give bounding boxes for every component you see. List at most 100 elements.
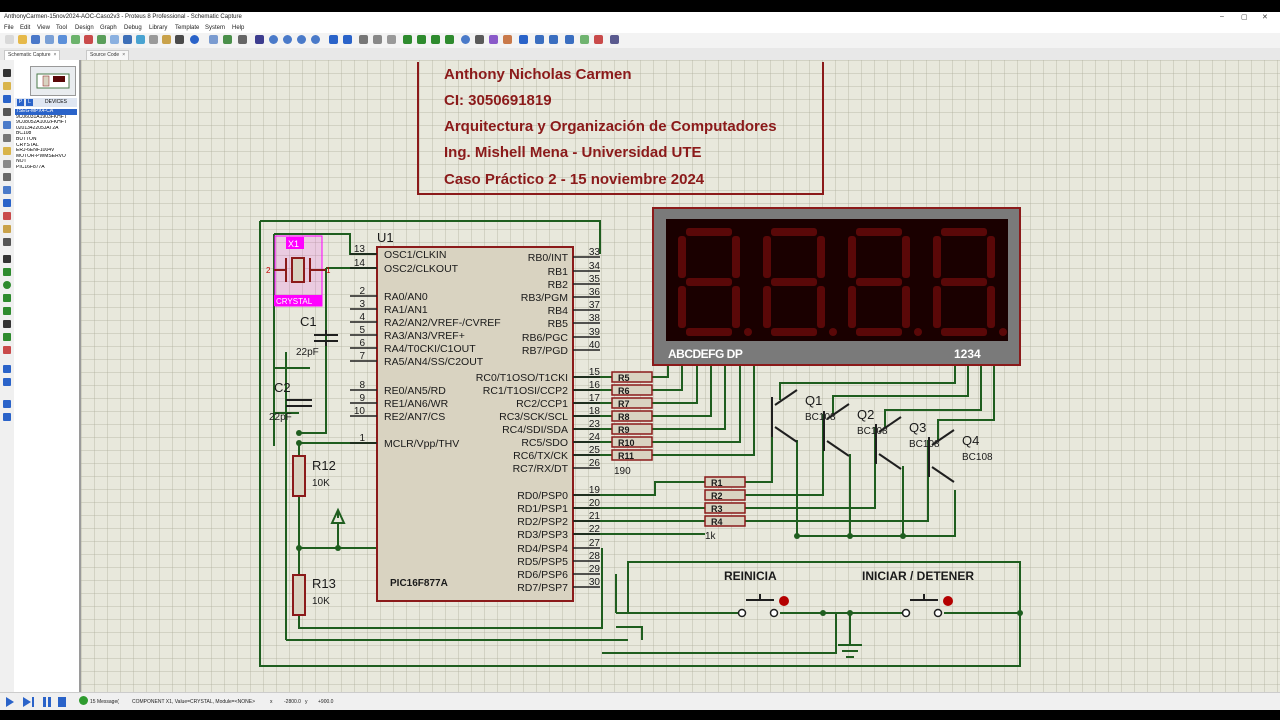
mcu-u1[interactable]: U1 PIC16F877A 13 OSC1/CLKIN14 OSC2/CLKOUT2… <box>350 230 600 602</box>
mirror-x-icon[interactable] <box>3 400 11 408</box>
tab-source-code[interactable]: Source Code × <box>86 50 130 60</box>
source-icon[interactable] <box>136 35 145 44</box>
make-device-icon[interactable] <box>475 35 484 44</box>
new-sheet-icon[interactable] <box>565 35 574 44</box>
box-icon[interactable] <box>3 268 11 276</box>
pan-icon[interactable] <box>255 35 264 44</box>
save-icon[interactable] <box>31 35 40 44</box>
capacitor-c2[interactable]: C2 22pF <box>269 380 312 423</box>
origin-icon[interactable] <box>238 35 247 44</box>
zoom-icon[interactable] <box>123 35 132 44</box>
electrical-rule-icon[interactable] <box>610 35 619 44</box>
terminals-icon[interactable] <box>3 160 11 168</box>
menu-tool[interactable]: Tool <box>56 25 67 31</box>
component-mode-icon[interactable] <box>3 82 11 90</box>
maximize-button[interactable]: ▢ <box>1241 13 1248 21</box>
rotate-ccw-icon[interactable] <box>3 378 11 386</box>
menu-system[interactable]: System <box>205 25 225 31</box>
seven-segment-display[interactable]: ABCDEFG DP 1234 <box>652 207 1021 366</box>
message-count[interactable]: 15 Message( <box>90 699 119 705</box>
zoom-in-icon[interactable] <box>269 35 278 44</box>
pcb-icon[interactable] <box>84 35 93 44</box>
overview-preview[interactable] <box>30 66 76 96</box>
menu-view[interactable]: View <box>37 25 50 31</box>
line-icon[interactable] <box>3 255 11 263</box>
block-rotate-icon[interactable] <box>431 35 440 44</box>
resistor-r12[interactable]: R12 10K <box>292 455 336 497</box>
menu-help[interactable]: Help <box>232 25 244 31</box>
library-icon[interactable] <box>162 35 171 44</box>
redo-icon[interactable] <box>343 35 352 44</box>
capacitor-c1[interactable]: C1 22pF <box>296 314 338 358</box>
help-icon[interactable] <box>190 35 199 44</box>
stop-icon[interactable] <box>58 697 66 707</box>
text-script-icon[interactable] <box>3 121 11 129</box>
property-tool-icon[interactable] <box>549 35 558 44</box>
resistor-r13[interactable]: R13 10K <box>292 574 336 616</box>
tab-schematic-capture[interactable]: Schematic Capture × <box>4 50 61 60</box>
schematic-drawing[interactable]: Anthony Nicholas Carmen CI: 3050691819 A… <box>81 60 1280 692</box>
gerber-icon[interactable] <box>97 35 106 44</box>
menu-graph[interactable]: Graph <box>100 25 117 31</box>
button-reinicia[interactable]: REINICIA <box>724 569 789 618</box>
block-move-icon[interactable] <box>417 35 426 44</box>
voltage-probe-icon[interactable] <box>3 225 11 233</box>
zoom-all-icon[interactable] <box>297 35 306 44</box>
transistor-symbol[interactable] <box>928 429 955 483</box>
circle-icon[interactable] <box>3 281 11 289</box>
mirror-y-icon[interactable] <box>3 413 11 421</box>
menu-debug[interactable]: Debug <box>124 25 142 31</box>
cut-icon[interactable] <box>359 35 368 44</box>
menu-library[interactable]: Library <box>149 25 167 31</box>
script-icon[interactable] <box>175 35 184 44</box>
undo-icon[interactable] <box>329 35 338 44</box>
copy-icon[interactable] <box>373 35 382 44</box>
transistor-symbol[interactable] <box>875 416 902 470</box>
marker-icon[interactable] <box>3 346 11 354</box>
junction-icon[interactable] <box>3 95 11 103</box>
home-icon[interactable] <box>58 35 67 44</box>
pick-devices-button[interactable]: P <box>17 99 24 106</box>
subcircuit-icon[interactable] <box>3 147 11 155</box>
selection-mode-icon[interactable] <box>3 69 11 77</box>
block-delete-icon[interactable] <box>445 35 454 44</box>
zoom-out-icon[interactable] <box>283 35 292 44</box>
remove-sheet-icon[interactable] <box>594 35 603 44</box>
menu-template[interactable]: Template <box>175 25 199 31</box>
minimize-button[interactable]: – <box>1220 13 1224 20</box>
text-icon[interactable] <box>3 320 11 328</box>
menu-file[interactable]: File <box>4 25 14 31</box>
close-tab-icon[interactable]: × <box>122 52 125 58</box>
schematic-icon[interactable] <box>71 35 80 44</box>
wire-autorouter-icon[interactable] <box>519 35 528 44</box>
table-icon[interactable] <box>149 35 158 44</box>
crystal-x1[interactable]: X1 2 1 CRYSTAL <box>266 235 331 307</box>
rotate-cw-icon[interactable] <box>3 365 11 373</box>
button-iniciar-detener[interactable]: INICIAR / DETENER <box>862 569 974 618</box>
bus-icon[interactable] <box>3 134 11 142</box>
zoom-area-icon[interactable] <box>311 35 320 44</box>
device-item[interactable]: PIC16F877A <box>15 165 77 171</box>
paste-icon[interactable] <box>387 35 396 44</box>
generator-icon[interactable] <box>3 212 11 220</box>
tape-recorder-icon[interactable] <box>3 199 11 207</box>
pause-icon[interactable] <box>43 697 46 707</box>
bom-icon[interactable] <box>110 35 119 44</box>
symbol-icon[interactable] <box>3 333 11 341</box>
decompose-icon[interactable] <box>503 35 512 44</box>
new-file-icon[interactable] <box>5 35 14 44</box>
close-button[interactable]: ✕ <box>1262 13 1268 21</box>
transistor-symbol[interactable] <box>771 389 798 443</box>
library-manager-button[interactable]: L <box>26 99 33 106</box>
arc-icon[interactable] <box>3 294 11 302</box>
menu-design[interactable]: Design <box>75 25 94 31</box>
grid-icon[interactable] <box>223 35 232 44</box>
step-icon[interactable] <box>23 697 31 707</box>
open-folder-icon[interactable] <box>18 35 27 44</box>
wire-label-icon[interactable] <box>3 108 11 116</box>
virtual-instrument-icon[interactable] <box>3 238 11 246</box>
pick-device-icon[interactable] <box>461 35 470 44</box>
refresh-icon[interactable] <box>209 35 218 44</box>
device-pins-icon[interactable] <box>3 173 11 181</box>
block-copy-icon[interactable] <box>403 35 412 44</box>
